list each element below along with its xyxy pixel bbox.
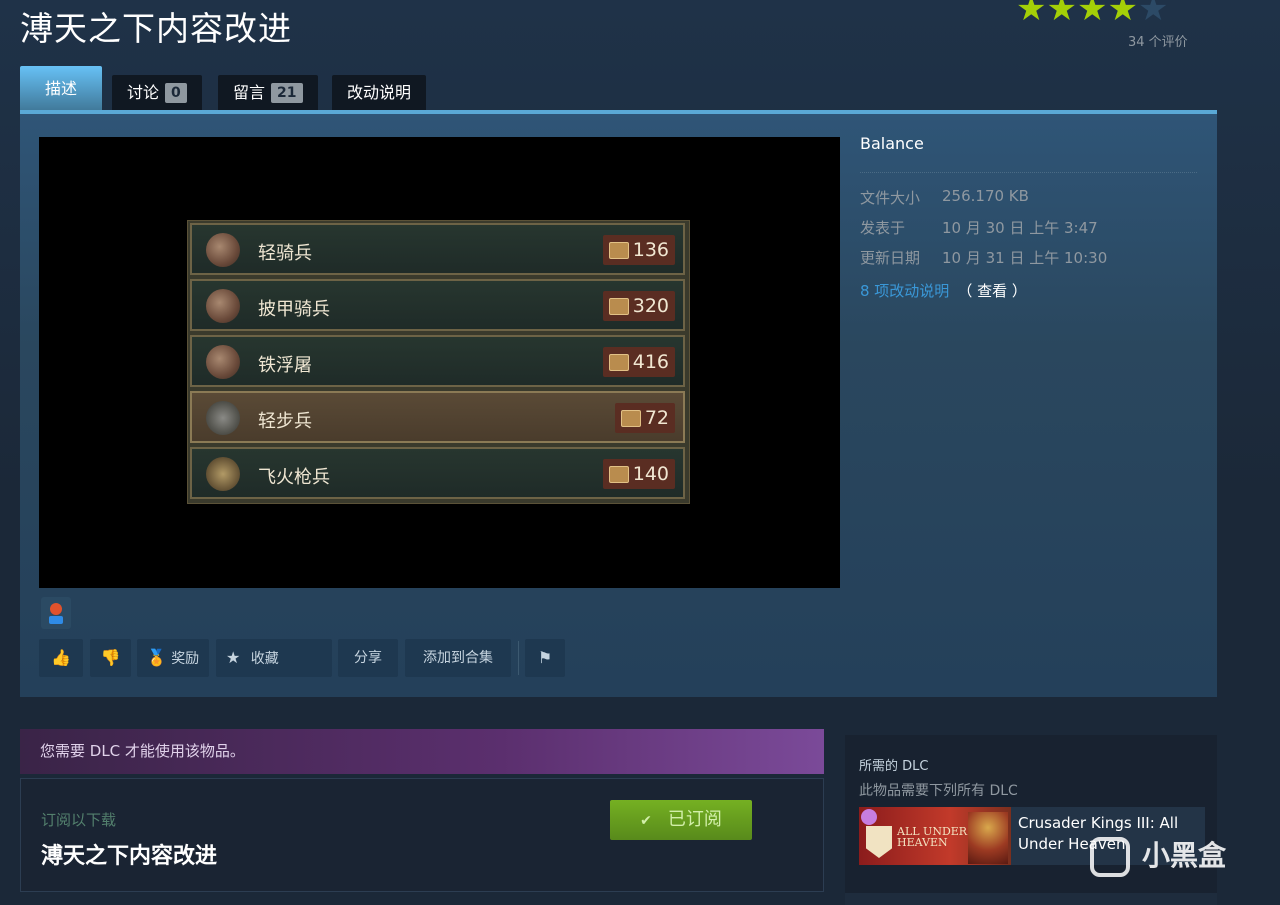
cost-value: 140 [632, 463, 669, 485]
chest-icon [608, 298, 629, 315]
dlc-thumb-text: ALL UNDER HEAVEN [897, 826, 967, 848]
posted-label: 发表于 [860, 219, 906, 237]
subscribe-hint: 订阅以下载 [41, 811, 117, 829]
tab-discussions[interactable]: 讨论 0 [112, 75, 202, 110]
change-notes-count[interactable]: 8 项改动说明 [860, 282, 949, 300]
file-size-value: 256.170 KB [942, 187, 1029, 205]
award-label: 奖励 [171, 651, 200, 667]
share-button[interactable]: 分享 [338, 639, 398, 677]
tab-change-notes[interactable]: 改动说明 [332, 75, 427, 110]
dlc-plus-icon [861, 809, 877, 825]
star-empty-icon: ★ [1137, 0, 1169, 29]
chest-icon [608, 354, 629, 371]
cost-value: 72 [644, 407, 669, 429]
unit-cost: 72 [614, 403, 675, 433]
unit-cost: 140 [602, 459, 675, 489]
change-notes-link[interactable]: 8 项改动说明 （ 查看 ） [860, 280, 1027, 301]
award-badge-icon[interactable] [41, 597, 71, 629]
ribbon-icon: 🏅 [146, 648, 167, 667]
thumbs-down-button[interactable]: 👎 [90, 639, 131, 677]
tab-comments[interactable]: 留言 21 [218, 75, 318, 110]
panel-edge [845, 893, 1217, 905]
unit-row: 铁浮屠 416 [190, 335, 685, 387]
thumbs-up-button[interactable]: 👍 [39, 639, 83, 677]
unit-cost: 320 [602, 291, 675, 321]
chest-icon [620, 410, 641, 427]
dlc-required-banner: 您需要 DLC 才能使用该物品。 [20, 729, 824, 774]
updated-label: 更新日期 [860, 249, 921, 267]
rating-stars: ★★★★★ [1016, 0, 1168, 26]
unit-row: 轻骑兵 136 [190, 223, 685, 275]
file-size-label: 文件大小 [860, 189, 921, 207]
watermark-logo-icon [1090, 837, 1130, 877]
star-icon: ★ [1107, 0, 1138, 29]
rating-count: 34 个评价 [1128, 35, 1188, 50]
required-dlc-subtitle: 此物品需要下列所有 DLC [859, 783, 1018, 799]
thumbs-up-icon: 👍 [51, 648, 71, 667]
thumbs-down-icon: 👎 [100, 648, 121, 667]
subscribed-button[interactable]: ✔ 已订阅 [610, 800, 752, 840]
favorite-label: 收藏 [250, 651, 279, 667]
unit-row: 披甲骑兵 320 [190, 279, 685, 331]
award-button[interactable]: 🏅 奖励 [137, 639, 209, 677]
unit-name: 轻步兵 [258, 411, 312, 432]
unit-cost: 416 [602, 347, 675, 377]
subscribed-label: 已订阅 [667, 809, 722, 830]
unit-row: 轻步兵 72 [190, 391, 685, 443]
required-dlc-title: 所需的 DLC [859, 759, 929, 774]
star-icon: ★ [1076, 0, 1108, 29]
star-icon: ★ [226, 648, 241, 667]
divider [860, 172, 1197, 173]
watermark-text: 小黑盒 [1142, 839, 1227, 872]
subscribe-title: 溥天之下内容改进 [41, 844, 218, 869]
unit-name: 披甲骑兵 [258, 299, 330, 320]
unit-name: 轻骑兵 [258, 243, 312, 264]
unit-name: 铁浮屠 [258, 355, 312, 376]
count-badge: 0 [165, 83, 187, 103]
tab-label: 留言 [233, 83, 266, 102]
chest-icon [608, 242, 629, 259]
cost-value: 320 [632, 295, 669, 317]
report-button[interactable]: ⚑ [525, 639, 565, 677]
tab-label: 讨论 [127, 83, 160, 102]
star-icon: ★ [1016, 0, 1047, 29]
view-link[interactable]: （ 查看 ） [957, 282, 1027, 300]
heavy-cavalry-icon [206, 345, 240, 379]
armored-cavalry-icon [206, 289, 240, 323]
unit-cost: 136 [602, 235, 675, 265]
dlc-character-art [968, 812, 1008, 864]
cavalry-icon [206, 233, 240, 267]
posted-value: 10 月 30 日 上午 3:47 [942, 219, 1098, 237]
updated-value: 10 月 31 日 上午 10:30 [942, 249, 1108, 267]
fire-lancer-icon [206, 457, 240, 491]
add-to-collection-button[interactable]: 添加到合集 [405, 639, 511, 677]
infantry-icon [206, 401, 240, 435]
unit-name: 飞火枪兵 [258, 467, 330, 488]
divider [518, 641, 519, 675]
page-title: 溥天之下内容改进 [20, 9, 292, 48]
star-icon: ★ [1046, 0, 1077, 29]
check-icon: ✔ [640, 813, 652, 829]
thumb-line: HEAVEN [897, 836, 948, 849]
flag-icon: ⚑ [537, 648, 553, 667]
count-badge: 21 [271, 83, 303, 103]
item-tag[interactable]: Balance [860, 134, 924, 153]
unit-row: 飞火枪兵 140 [190, 447, 685, 499]
chest-icon [608, 466, 629, 483]
tab-description[interactable]: 描述 [20, 66, 103, 110]
cost-value: 136 [632, 239, 669, 261]
unit-list-image: 轻骑兵 136 披甲骑兵 320 铁浮屠 416 轻步兵 72 飞火枪兵 140 [187, 220, 690, 504]
cost-value: 416 [632, 351, 669, 373]
favorite-button[interactable]: ★ 收藏 [216, 639, 332, 677]
